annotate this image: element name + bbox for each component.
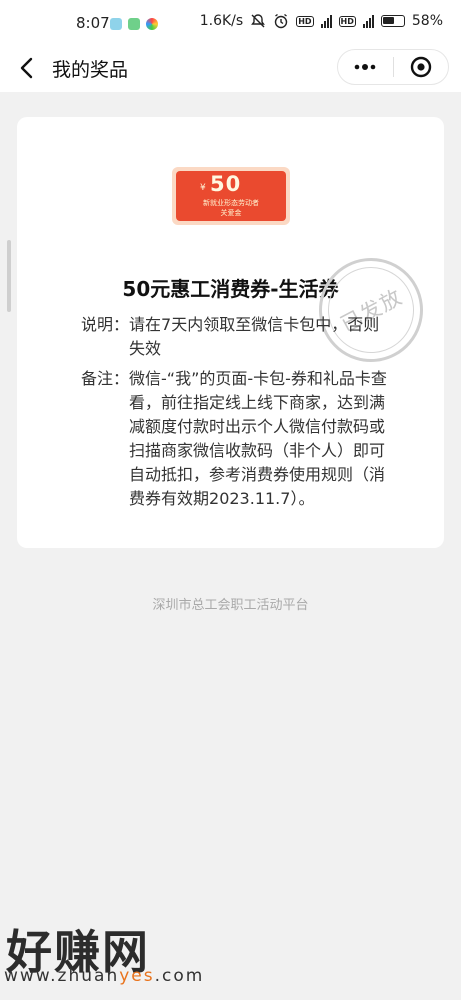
- note-row: 备注： 微信-“我”的页面-卡包-券和礼品卡查看，前往指定线上线下商家，达到满减…: [81, 367, 393, 511]
- status-time: 8:07: [76, 14, 110, 32]
- watermark-url-accent: yes: [119, 966, 155, 986]
- battery-icon: [380, 15, 405, 27]
- target-close-icon: [410, 56, 431, 78]
- photos-notification-icon: [146, 18, 158, 30]
- hd-badge: HD: [296, 15, 314, 27]
- coupon-face: ¥ 50 新就业形态劳动者 关爱金: [176, 171, 286, 221]
- description-row: 说明： 请在7天内领取至微信卡包中，否则失效: [81, 313, 393, 361]
- watermark-url-prefix: www.zhuan: [4, 966, 120, 986]
- note-text: 微信-“我”的页面-卡包-券和礼品卡查看，前往指定线上线下商家，达到满减额度付款…: [129, 369, 387, 508]
- back-button[interactable]: [14, 54, 42, 82]
- mute-bell-icon: [251, 14, 266, 28]
- chevron-left-icon: [20, 57, 33, 79]
- signal-icon: [320, 14, 332, 28]
- status-bar: 8:07 1.6K/s HD HD 58%: [0, 0, 461, 44]
- footer-text: 深圳市总工会职工活动平台: [152, 598, 309, 613]
- close-button[interactable]: [393, 50, 448, 84]
- coupon-amount: 50: [210, 172, 242, 196]
- more-button[interactable]: [338, 50, 393, 84]
- mini-program-capsule: [337, 49, 449, 85]
- coupon-caption: 新就业形态劳动者: [203, 199, 259, 207]
- description-label: 说明：: [81, 315, 130, 334]
- notification-icons: [110, 18, 158, 30]
- alarm-icon: [274, 13, 288, 29]
- watermark-url-suffix: .com: [154, 966, 205, 986]
- coupon-currency: ¥: [200, 183, 206, 193]
- wechat-notification-icon: [128, 18, 140, 30]
- scroll-indicator: [7, 240, 11, 312]
- coupon-caption-2: 关爱金: [220, 209, 242, 217]
- net-speed: 1.6K/s: [199, 13, 244, 29]
- nav-bar: 我的奖品: [0, 44, 461, 92]
- page-title: 我的奖品: [52, 59, 129, 81]
- watermark-url: www.zhuanyes.com: [4, 966, 204, 986]
- prize-card: ¥ 50 新就业形态劳动者 关爱金 50元惠工消费券-生活券 已发放 说明： 请…: [17, 117, 444, 548]
- more-dots-icon: [354, 64, 376, 70]
- battery-level: 58%: [411, 13, 443, 29]
- app-notification-icon: [110, 18, 122, 30]
- coupon-image: ¥ 50 新就业形态劳动者 关爱金: [172, 167, 290, 225]
- hd-badge-2: HD: [338, 15, 356, 27]
- signal-icon-2: [362, 14, 374, 28]
- description-text: 请在7天内领取至微信卡包中，否则失效: [129, 315, 380, 358]
- note-label: 备注：: [81, 369, 130, 388]
- status-right: 1.6K/s HD HD 58%: [200, 13, 443, 29]
